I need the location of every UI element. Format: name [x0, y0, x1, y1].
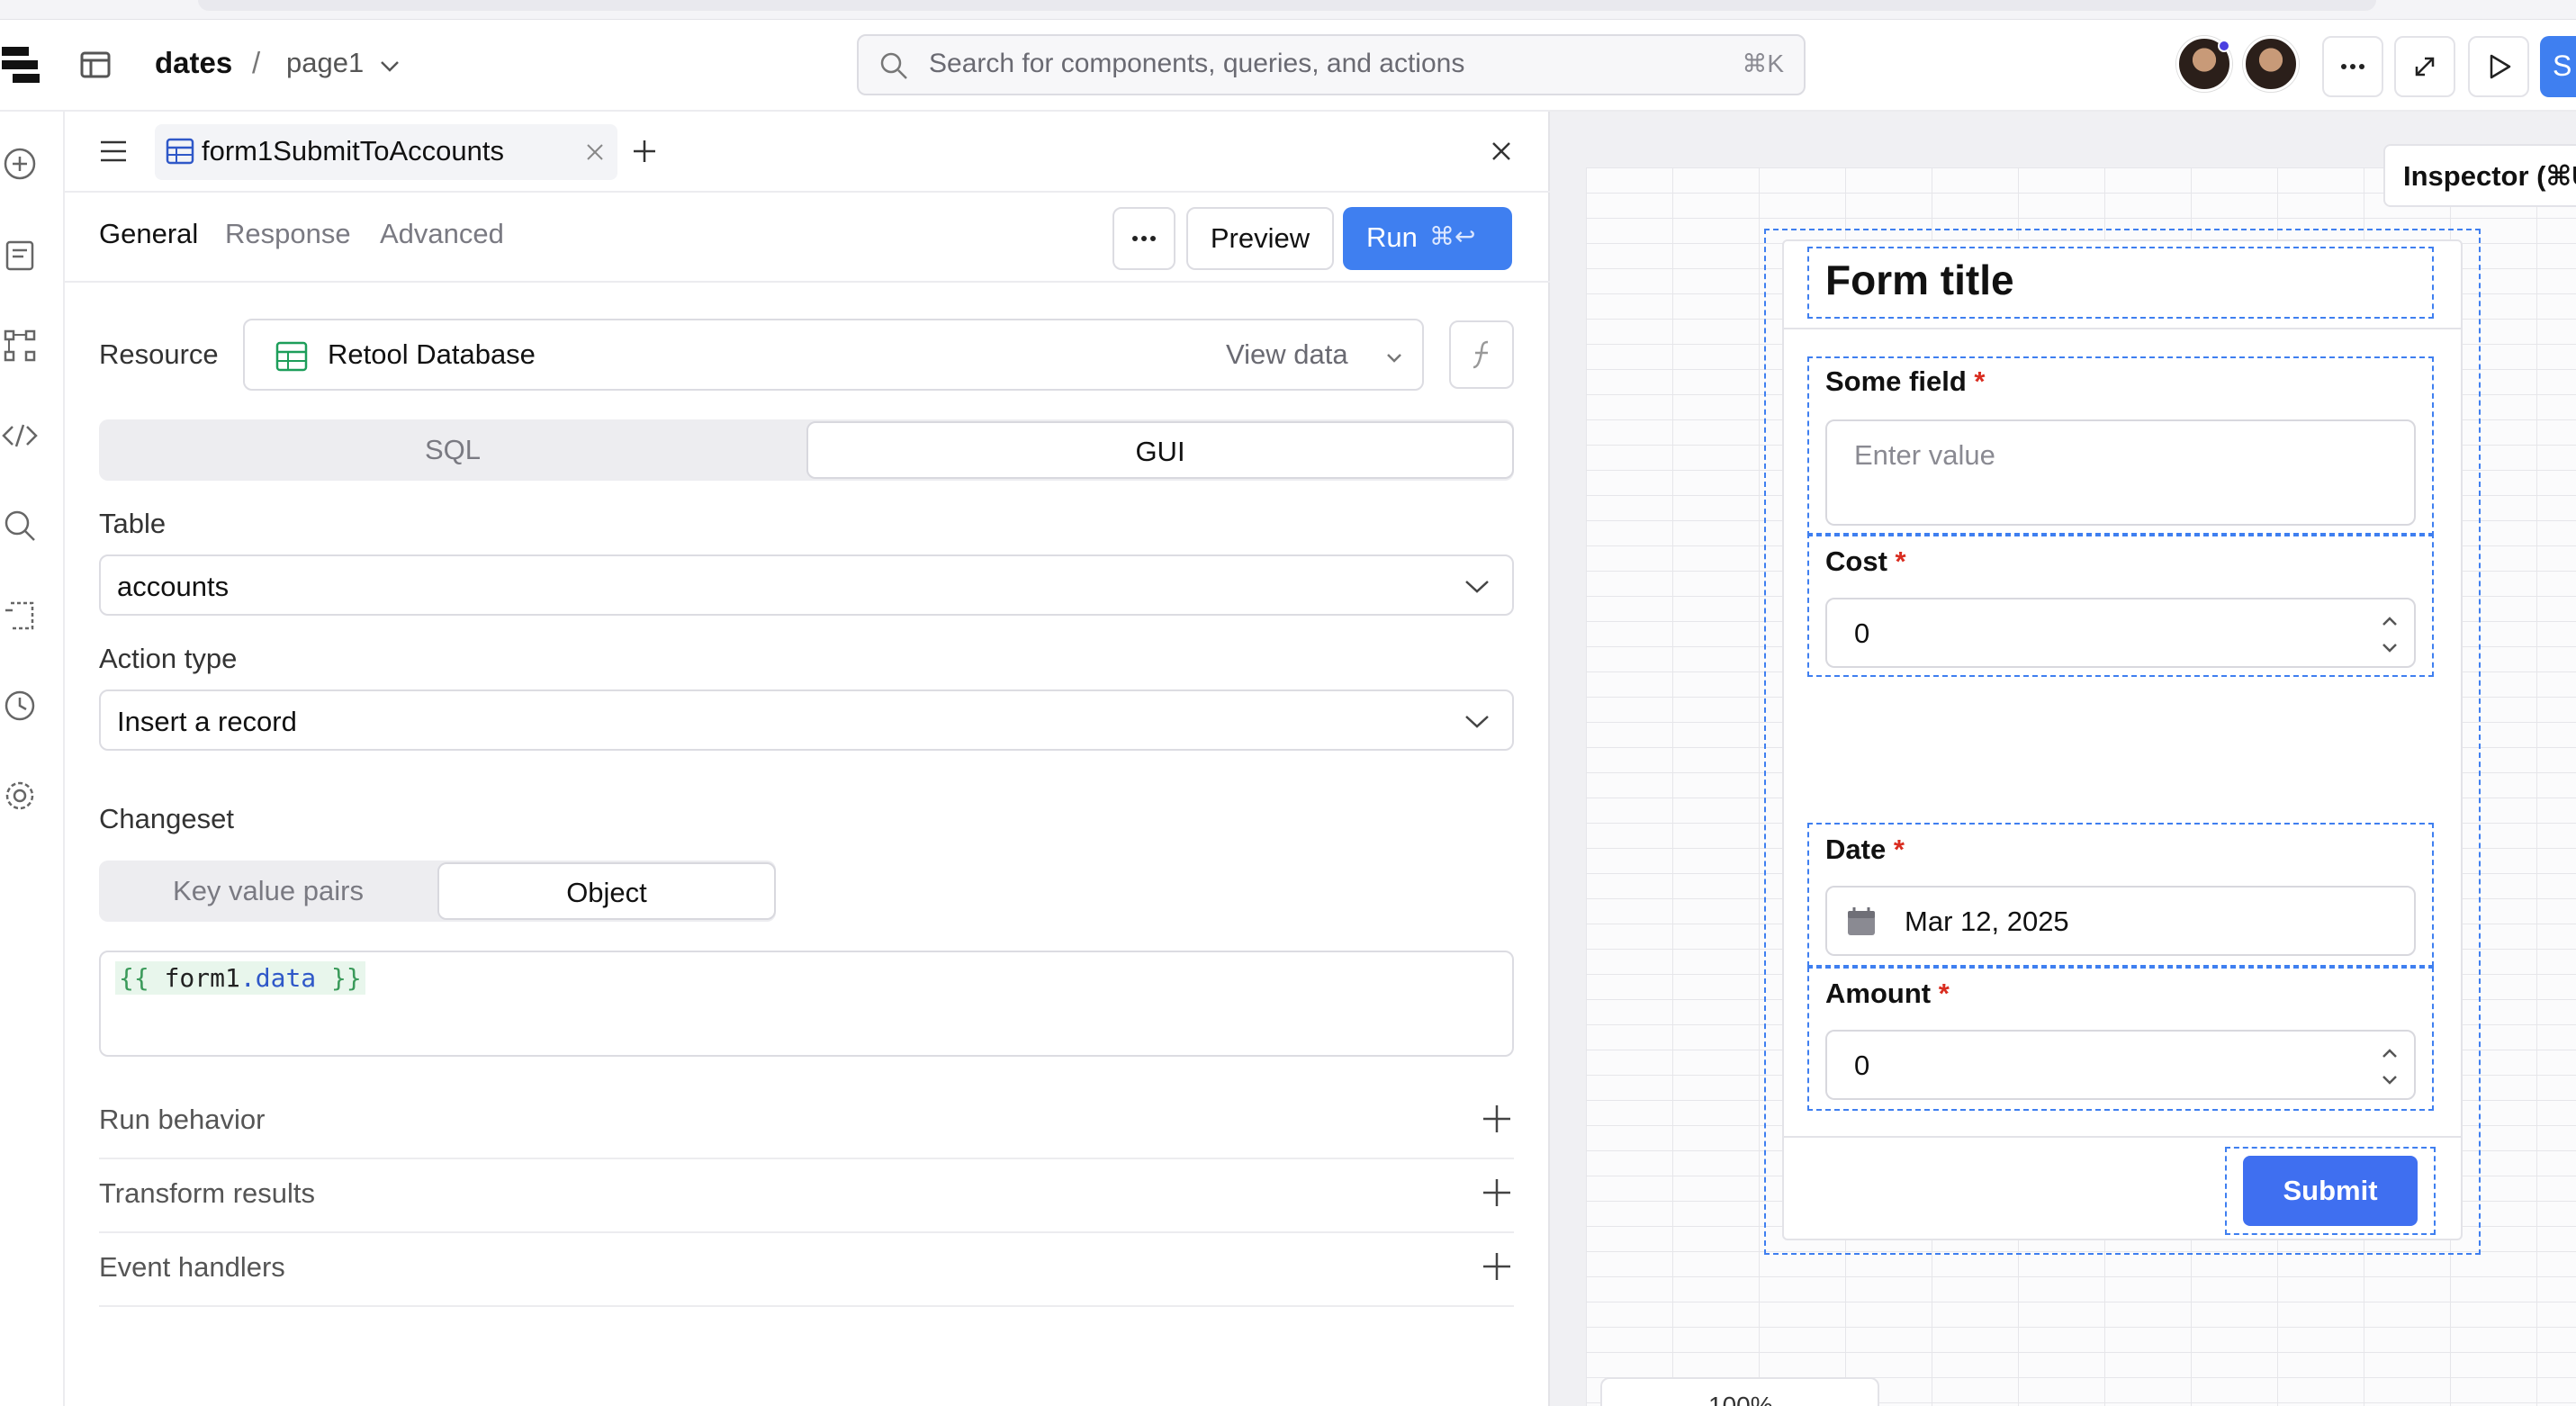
tab-general[interactable]: General — [99, 218, 198, 250]
more-icon — [1132, 236, 1156, 241]
changeset-object[interactable]: Object — [437, 862, 776, 920]
field-label-amount: Amount * — [1825, 978, 1950, 1009]
add-query-icon[interactable] — [630, 137, 659, 166]
pages-icon[interactable] — [2, 238, 38, 274]
retool-logo-icon[interactable] — [2, 45, 41, 85]
form-header-divider — [1784, 328, 2461, 329]
resource-label: Resource — [99, 338, 219, 370]
close-panel-icon[interactable] — [1489, 139, 1514, 164]
run-button[interactable]: Run ⌘↩ — [1343, 207, 1512, 270]
more-options-button[interactable] — [1112, 207, 1175, 270]
amount-number-input[interactable]: 0 — [1825, 1030, 2416, 1100]
share-button[interactable]: S — [2540, 36, 2576, 97]
tab-advanced[interactable]: Advanced — [380, 218, 504, 250]
section-run-behavior[interactable]: Run behavior — [99, 1086, 1514, 1159]
add-component-icon[interactable] — [2, 146, 38, 182]
divider — [65, 281, 1550, 283]
query-tab-label: form1SubmitToAccounts — [202, 135, 504, 167]
section-event-handlers[interactable]: Event handlers — [99, 1233, 1514, 1307]
browser-strip — [0, 0, 2576, 20]
function-icon — [1473, 340, 1489, 369]
action-type-select[interactable]: Insert a record — [99, 689, 1514, 751]
run-shortcut: ⌘↩ — [1429, 222, 1476, 250]
changeset-label: Changeset — [99, 803, 234, 834]
query-tab[interactable]: form1SubmitToAccounts — [155, 124, 617, 180]
avatar[interactable] — [2243, 36, 2299, 92]
section-transform-results[interactable]: Transform results — [99, 1159, 1514, 1233]
state-icon[interactable] — [2, 598, 38, 634]
close-tab-icon[interactable] — [585, 142, 605, 162]
field-label-date: Date * — [1825, 834, 1905, 865]
query-editor-panel: form1SubmitToAccounts General Response A… — [65, 112, 1550, 1406]
play-icon — [2490, 54, 2511, 79]
field-label-some-field: Some field * — [1825, 365, 1986, 397]
plus-icon — [1483, 1253, 1510, 1280]
table-label: Table — [99, 508, 167, 539]
resource-select[interactable]: Retool Database View data — [243, 319, 1424, 391]
search-icon[interactable] — [2, 508, 38, 544]
cost-number-input[interactable]: 0 — [1825, 598, 2416, 668]
chevron-down-icon — [1464, 574, 1491, 598]
menu-icon[interactable] — [97, 137, 130, 166]
expand-button[interactable] — [2394, 36, 2455, 97]
layout-icon[interactable] — [79, 49, 112, 81]
plus-icon — [1483, 1179, 1510, 1206]
resource-value: Retool Database — [328, 338, 536, 370]
history-icon[interactable] — [2, 688, 38, 724]
function-button[interactable] — [1449, 320, 1514, 389]
changeset-segmented-control: Key value pairs Object — [99, 861, 776, 922]
app-name[interactable]: dates — [155, 45, 232, 81]
mode-segmented-control: SQL GUI — [99, 419, 1514, 481]
view-data-link[interactable]: View data — [1226, 338, 1348, 371]
tab-response[interactable]: Response — [225, 218, 351, 250]
chevron-down-icon — [1384, 347, 1404, 367]
search-icon — [878, 50, 909, 81]
mode-gui[interactable]: GUI — [806, 421, 1514, 479]
more-button[interactable] — [2322, 36, 2383, 97]
presence-dot — [2218, 40, 2230, 52]
action-type-label: Action type — [99, 643, 238, 674]
expand-icon — [2415, 57, 2435, 77]
plus-icon — [1483, 1105, 1510, 1132]
app-canvas[interactable]: Inspector (⌘U Form title Some field * En… — [1550, 112, 2576, 1406]
inspector-tooltip[interactable]: Inspector (⌘U — [2383, 144, 2576, 207]
chevron-down-icon — [1464, 709, 1491, 733]
code-icon[interactable] — [2, 418, 38, 454]
left-rail — [0, 112, 65, 1406]
mode-sql[interactable]: SQL — [99, 419, 806, 481]
search-shortcut: ⌘K — [1742, 50, 1784, 77]
stepper-icon — [2382, 1049, 2397, 1085]
table-select[interactable]: accounts — [99, 554, 1514, 616]
some-field-input[interactable]: Enter value — [1825, 419, 2416, 526]
submit-button[interactable]: Submit — [2243, 1156, 2418, 1226]
preview-play-button[interactable] — [2468, 36, 2529, 97]
query-tab-bar: form1SubmitToAccounts — [65, 112, 1550, 193]
field-label-cost: Cost * — [1825, 545, 1906, 577]
settings-gear-icon[interactable] — [2, 778, 38, 814]
page-name[interactable]: page1 — [286, 45, 364, 81]
zoom-level: 100% — [1708, 1392, 1773, 1406]
stepper-icon — [2382, 617, 2397, 653]
more-icon — [2341, 64, 2364, 69]
form-title[interactable]: Form title — [1825, 256, 2014, 304]
breadcrumb-separator: / — [252, 46, 261, 79]
search-placeholder: Search for components, queries, and acti… — [929, 49, 1465, 78]
chevron-down-icon[interactable] — [378, 54, 401, 77]
date-input[interactable]: Mar 12, 2025 — [1825, 886, 2416, 956]
search-input[interactable]: Search for components, queries, and acti… — [857, 34, 1806, 95]
table-icon — [166, 137, 194, 166]
top-bar: dates / page1 Search for components, que… — [0, 20, 2576, 112]
preview-button[interactable]: Preview — [1186, 207, 1334, 270]
component-tree-icon[interactable] — [2, 328, 38, 364]
changeset-code-editor[interactable]: {{ form1.data }} — [99, 951, 1514, 1057]
changeset-code: {{ form1.data }} — [115, 961, 365, 995]
zoom-control[interactable]: 100% — [1600, 1377, 1879, 1406]
changeset-key-value[interactable]: Key value pairs — [99, 861, 437, 922]
database-icon — [275, 340, 308, 373]
form-footer-divider — [1784, 1136, 2461, 1138]
calendar-icon — [1848, 907, 1875, 935]
